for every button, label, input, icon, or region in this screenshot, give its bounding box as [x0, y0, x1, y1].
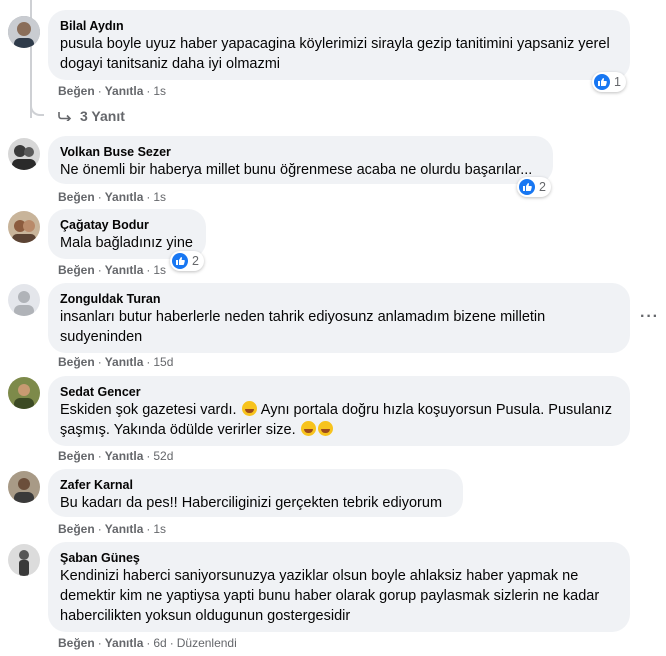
comment-time[interactable]: 6d	[153, 636, 166, 650]
avatar-photo	[8, 544, 40, 576]
reaction-number: 1	[614, 75, 621, 89]
like-button[interactable]: Beğen	[58, 263, 95, 277]
comment-bubble: Bilal Aydın pusula boyle uyuz haber yapa…	[48, 10, 630, 80]
avatar[interactable]	[8, 16, 40, 48]
avatar-photo	[8, 211, 40, 243]
avatar[interactable]	[8, 471, 40, 503]
view-replies-button[interactable]: 3 Yanıt	[58, 108, 125, 124]
reply-button[interactable]: Yanıtla	[105, 190, 144, 204]
reply-button[interactable]: Yanıtla	[105, 84, 144, 98]
avatar[interactable]	[8, 284, 40, 316]
comment-time[interactable]: 1s	[153, 522, 166, 536]
like-icon	[594, 74, 610, 90]
like-icon	[519, 179, 535, 195]
like-button[interactable]: Beğen	[58, 449, 95, 463]
avatar[interactable]	[8, 544, 40, 576]
reply-button[interactable]: Yanıtla	[105, 355, 144, 369]
comment-text: pusula boyle uyuz haber yapacagina köyle…	[60, 36, 610, 72]
edited-label[interactable]: Düzenlendi	[177, 636, 237, 650]
replies-label: 3 Yanıt	[80, 108, 125, 124]
avatar-photo	[8, 284, 40, 316]
more-options-icon[interactable]: ···	[640, 308, 659, 326]
like-button[interactable]: Beğen	[58, 355, 95, 369]
comment-author[interactable]: Zonguldak Turan	[60, 291, 618, 307]
comment-actions: Beğen · Yanıtla · 1s	[58, 190, 167, 204]
reply-button[interactable]: Yanıtla	[105, 449, 144, 463]
comment-author[interactable]: Bilal Aydın	[60, 18, 618, 34]
reply-arrow-icon	[58, 108, 72, 124]
comment-bubble: Zonguldak Turan insanları butur haberler…	[48, 283, 630, 353]
comment-bubble: Sedat Gencer Eskiden şok gazetesi vardı.…	[48, 376, 630, 446]
comment-bubble: Volkan Buse Sezer Ne önemli bir haberya …	[48, 136, 553, 184]
comment-actions: Beğen · Yanıtla · 1s	[58, 84, 167, 98]
comment-time[interactable]: 1s	[153, 190, 166, 204]
comment-text-part: Eskiden şok gazetesi vardı.	[60, 402, 237, 418]
comment-author[interactable]: Çağatay Bodur	[60, 217, 194, 233]
reaction-number: 2	[539, 180, 546, 194]
avatar-photo	[8, 471, 40, 503]
comment-author[interactable]: Volkan Buse Sezer	[60, 144, 541, 160]
comment-author[interactable]: Zafer Karnal	[60, 477, 451, 493]
like-button[interactable]: Beğen	[58, 522, 95, 536]
comment-actions: Beğen · Yanıtla · 52d	[58, 449, 174, 463]
comment-time[interactable]: 15d	[153, 355, 173, 369]
reaction-count[interactable]: 1	[592, 72, 626, 92]
reply-button[interactable]: Yanıtla	[105, 263, 144, 277]
like-button[interactable]: Beğen	[58, 636, 95, 650]
comment-text: Eskiden şok gazetesi vardı. Aynı portala…	[60, 400, 618, 440]
grinning-emoji-icon	[241, 401, 257, 416]
laughing-emoji-icon	[317, 421, 333, 436]
reaction-number: 2	[192, 254, 199, 268]
like-button[interactable]: Beğen	[58, 84, 95, 98]
avatar[interactable]	[8, 138, 40, 170]
thread-connector	[30, 100, 44, 116]
comment-actions: Beğen · Yanıtla · 6d · Düzenlendi	[58, 636, 237, 650]
comment-time[interactable]: 1s	[153, 263, 166, 277]
avatar-photo	[8, 138, 40, 170]
comment-author[interactable]: Şaban Güneş	[60, 550, 618, 566]
comment-actions: Beğen · Yanıtla · 1s	[58, 522, 167, 536]
reaction-count[interactable]: 2	[517, 177, 551, 197]
avatar[interactable]	[8, 211, 40, 243]
laughing-emoji-icon	[300, 421, 316, 436]
comment-text: Kendinizi haberci saniyorsunuzya yazikla…	[60, 568, 600, 624]
comment-text: insanları butur haberlerle neden tahrik …	[60, 309, 546, 345]
avatar-photo	[8, 16, 40, 48]
comment-actions: Beğen · Yanıtla · 15d	[58, 355, 174, 369]
comment-author[interactable]: Sedat Gencer	[60, 384, 618, 400]
reaction-count[interactable]: 2	[170, 251, 204, 271]
like-icon	[172, 253, 188, 269]
comment-bubble: Zafer Karnal Bu kadarı da pes!! Habercil…	[48, 469, 463, 517]
comment-text: Mala bağladınız yine	[60, 235, 193, 251]
comment-text: Ne önemli bir haberya millet bunu öğrenm…	[60, 162, 533, 178]
comment-text: Bu kadarı da pes!! Haberciliginizi gerçe…	[60, 495, 443, 511]
avatar-photo	[8, 377, 40, 409]
comment-bubble: Şaban Güneş Kendinizi haberci saniyorsun…	[48, 542, 630, 632]
comment-time[interactable]: 1s	[153, 84, 166, 98]
reply-button[interactable]: Yanıtla	[105, 522, 144, 536]
reply-button[interactable]: Yanıtla	[105, 636, 144, 650]
like-button[interactable]: Beğen	[58, 190, 95, 204]
comment-time[interactable]: 52d	[153, 449, 173, 463]
avatar[interactable]	[8, 377, 40, 409]
comment-actions: Beğen · Yanıtla · 1s	[58, 263, 167, 277]
